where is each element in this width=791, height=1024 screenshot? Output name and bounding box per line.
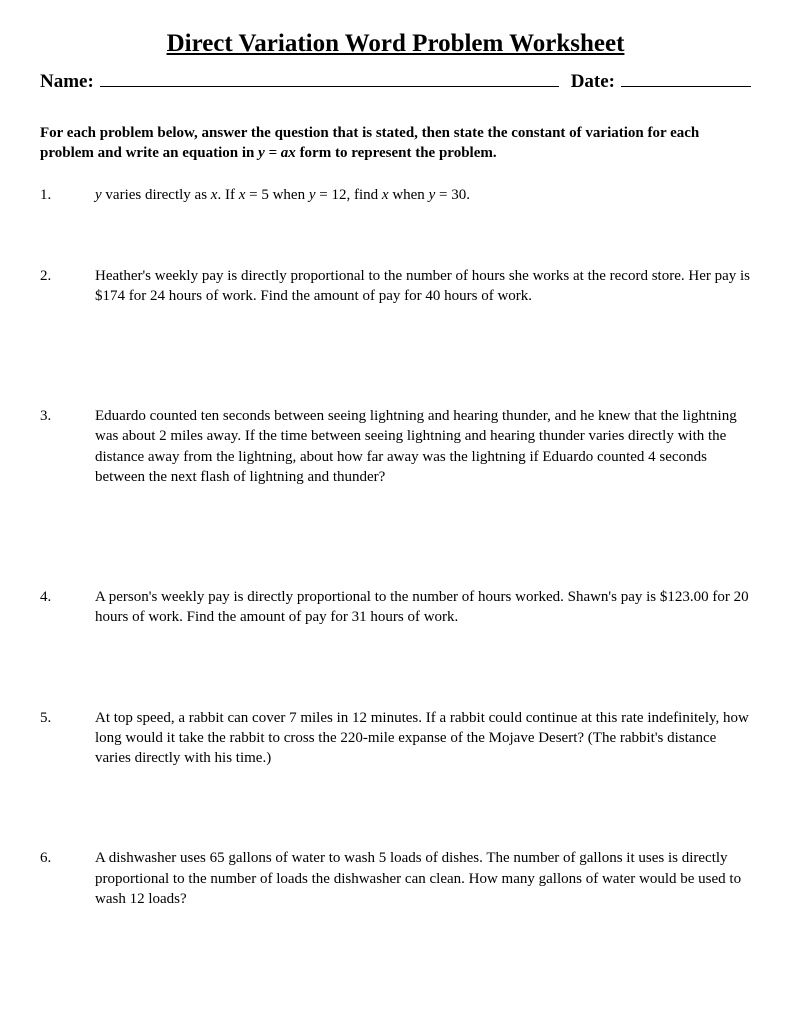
problem-text: A dishwasher uses 65 gallons of water to… (95, 848, 751, 909)
problems-list: 1. y varies directly as x. If x = 5 when… (40, 185, 751, 909)
problem-5: 5. At top speed, a rabbit can cover 7 mi… (40, 708, 751, 769)
text: = 30. (435, 187, 470, 203)
date-label: Date: (571, 71, 615, 93)
problem-number: 4. (40, 587, 95, 628)
problem-number: 3. (40, 406, 95, 487)
text: = 12, find (316, 187, 382, 203)
var-x: x (382, 187, 389, 203)
problem-text: Heather's weekly pay is directly proport… (95, 266, 751, 307)
instructions-part2: form to represent the problem. (296, 145, 497, 161)
text: = 5 when (245, 187, 308, 203)
instructions-equation: y = ax (258, 145, 296, 161)
problem-text: A person's weekly pay is directly propor… (95, 587, 751, 628)
problem-2: 2. Heather's weekly pay is directly prop… (40, 266, 751, 307)
text: when (389, 187, 429, 203)
problem-text: y varies directly as x. If x = 5 when y … (95, 185, 751, 205)
problem-number: 1. (40, 185, 95, 205)
worksheet-title: Direct Variation Word Problem Worksheet (40, 30, 751, 58)
var-y: y (309, 187, 316, 203)
problem-4: 4. A person's weekly pay is directly pro… (40, 587, 751, 628)
problem-number: 6. (40, 848, 95, 909)
header-row: Name: Date: (40, 66, 751, 93)
name-label: Name: (40, 71, 94, 93)
date-input-line[interactable] (621, 66, 751, 87)
problem-number: 5. (40, 708, 95, 769)
text: varies directly as (102, 187, 211, 203)
problem-6: 6. A dishwasher uses 65 gallons of water… (40, 848, 751, 909)
problem-number: 2. (40, 266, 95, 307)
var-y: y (95, 187, 102, 203)
text: . If (217, 187, 238, 203)
problem-text: Eduardo counted ten seconds between seei… (95, 406, 751, 487)
problem-1: 1. y varies directly as x. If x = 5 when… (40, 185, 751, 205)
instructions: For each problem below, answer the quest… (40, 123, 751, 164)
problem-text: At top speed, a rabbit can cover 7 miles… (95, 708, 751, 769)
problem-3: 3. Eduardo counted ten seconds between s… (40, 406, 751, 487)
name-input-line[interactable] (100, 66, 559, 87)
